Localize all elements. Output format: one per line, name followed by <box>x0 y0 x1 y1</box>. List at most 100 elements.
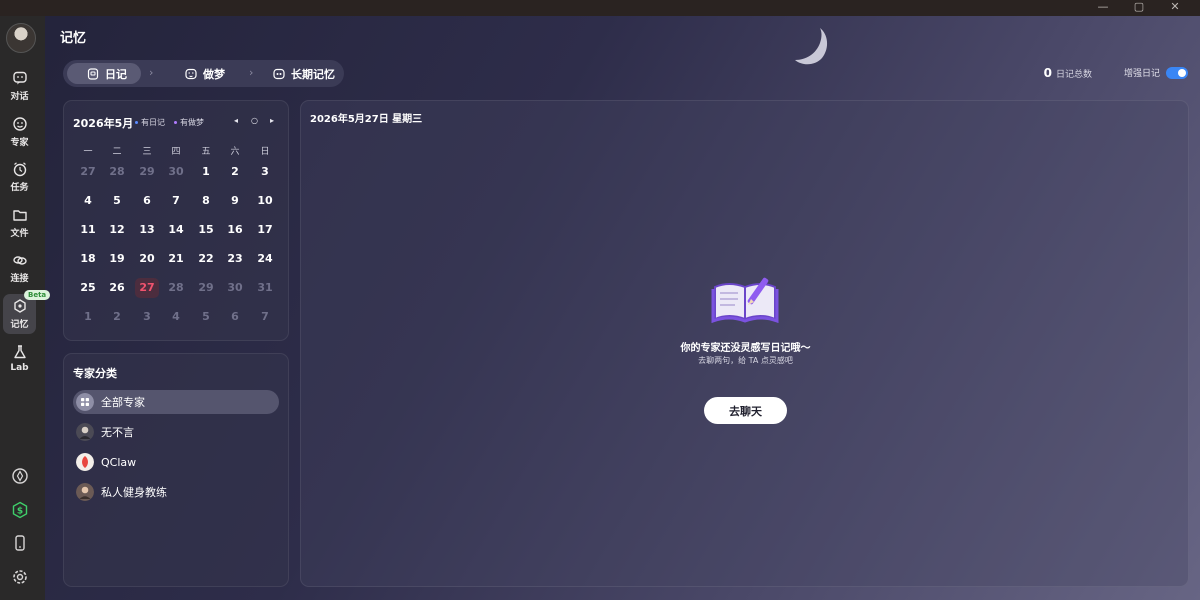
minimize-button[interactable]: — <box>1086 0 1120 16</box>
calendar-day[interactable]: 2 <box>105 307 129 327</box>
calendar-day[interactable]: 4 <box>76 191 100 211</box>
calendar-day[interactable]: 11 <box>76 220 100 240</box>
expert-name: 无不言 <box>101 426 134 439</box>
calendar-day[interactable]: 3 <box>135 307 159 327</box>
window-controls: — ▢ ✕ <box>1086 0 1192 16</box>
calendar-day[interactable]: 28 <box>105 162 129 182</box>
calendar-day[interactable]: 3 <box>253 162 277 182</box>
diary-icon <box>87 67 99 80</box>
tab-diary[interactable]: 日记 <box>67 63 141 84</box>
enhance-diary: 增强日记 <box>1124 66 1188 79</box>
calendar-day-today[interactable]: 27 <box>135 278 159 298</box>
dollar-coin-icon[interactable]: $ <box>11 501 29 519</box>
calendar-day[interactable]: 24 <box>253 249 277 269</box>
weekday-label: 六 <box>230 147 240 157</box>
svg-text:$: $ <box>17 507 23 517</box>
legend-label: 有做梦 <box>180 118 204 127</box>
weekday-label: 三 <box>142 147 152 157</box>
calendar-day[interactable]: 6 <box>223 307 247 327</box>
calendar-day[interactable]: 16 <box>223 220 247 240</box>
legend-dot <box>135 121 138 124</box>
compass-icon[interactable] <box>11 467 29 485</box>
enhance-diary-toggle[interactable] <box>1166 66 1188 79</box>
calendar-day[interactable]: 5 <box>105 191 129 211</box>
calendar-day[interactable]: 27 <box>76 162 100 182</box>
calendar-day[interactable]: 30 <box>223 278 247 298</box>
moon-icon <box>795 28 828 65</box>
calendar-day[interactable]: 7 <box>164 191 188 211</box>
calendar-day[interactable]: 30 <box>164 162 188 182</box>
avatar-trainer <box>76 483 94 501</box>
sidebar-item-label: 记忆 <box>10 320 29 330</box>
sidebar: 对话 专家 任务 文件 连接 记忆 Beta Lab $ <box>0 16 51 600</box>
sidebar-item-label: 连接 <box>10 274 29 284</box>
calendar-day[interactable]: 1 <box>76 307 100 327</box>
diary-content-panel: 2026年5月27日 星期三 你的专家还没灵感写日记哦～ 去聊两句，给 TA 点… <box>300 100 1189 587</box>
phone-icon[interactable] <box>11 534 29 552</box>
today-button[interactable]: ○ <box>251 116 258 125</box>
calendar-day[interactable]: 26 <box>105 278 129 298</box>
weekday-label: 一 <box>83 147 93 157</box>
go-chat-button[interactable]: 去聊天 <box>704 397 787 424</box>
calendar-day[interactable]: 4 <box>164 307 188 327</box>
sidebar-item-lab[interactable]: Lab <box>3 340 36 380</box>
calendar-day[interactable]: 14 <box>164 220 188 240</box>
legend-dream: 有做梦 <box>174 117 204 128</box>
calendar-day[interactable]: 13 <box>135 220 159 240</box>
calendar-day[interactable]: 5 <box>194 307 218 327</box>
sidebar-item-files[interactable]: 文件 <box>3 203 36 243</box>
weekday-label: 四 <box>171 147 181 157</box>
tab-label: 长期记忆 <box>291 67 335 81</box>
calendar-day[interactable]: 12 <box>105 220 129 240</box>
diary-count-label: 日记总数 <box>1055 70 1092 80</box>
calendar-day[interactable]: 1 <box>194 162 218 182</box>
weekday-label: 日 <box>260 147 270 157</box>
expert-item[interactable]: 私人健身教练 <box>73 480 279 504</box>
calendar-day[interactable]: 19 <box>105 249 129 269</box>
prev-month-button[interactable]: ◂ <box>234 116 238 125</box>
sidebar-item-expert[interactable]: 专家 <box>3 112 36 152</box>
calendar-day[interactable]: 28 <box>164 278 188 298</box>
calendar-day[interactable]: 22 <box>194 249 218 269</box>
sidebar-item-memory[interactable]: 记忆 Beta <box>3 290 51 334</box>
close-button[interactable]: ✕ <box>1158 0 1192 16</box>
sidebar-item-chat[interactable]: 对话 <box>3 66 36 106</box>
calendar-day[interactable]: 10 <box>253 191 277 211</box>
alarm-clock-icon <box>13 162 26 177</box>
user-avatar[interactable] <box>6 23 36 53</box>
calendar-day[interactable]: 31 <box>253 278 277 298</box>
tab-dream[interactable]: 做梦 <box>185 63 225 84</box>
calendar-day[interactable]: 25 <box>76 278 100 298</box>
calendar-day[interactable]: 6 <box>135 191 159 211</box>
sidebar-item-task[interactable]: 任务 <box>3 157 36 197</box>
calendar-day[interactable]: 18 <box>76 249 100 269</box>
calendar-day[interactable]: 17 <box>253 220 277 240</box>
tab-long-memory[interactable]: 长期记忆 <box>273 63 335 84</box>
calendar-day[interactable]: 29 <box>135 162 159 182</box>
diary-count: 0 日记总数 <box>1044 66 1092 80</box>
enhance-diary-label: 增强日记 <box>1123 69 1160 79</box>
page-title: 记忆 <box>60 31 87 46</box>
calendar-day[interactable]: 7 <box>253 307 277 327</box>
calendar-day[interactable]: 29 <box>194 278 218 298</box>
next-month-button[interactable]: ▸ <box>270 116 274 125</box>
calendar-day[interactable]: 15 <box>194 220 218 240</box>
expert-item-all[interactable]: 全部专家 <box>73 390 279 414</box>
sidebar-item-label: 文件 <box>10 229 29 239</box>
expert-item[interactable]: QClaw <box>73 450 279 474</box>
beta-badge: Beta <box>24 290 51 300</box>
avatar-wubuyan <box>76 423 94 441</box>
calendar-day[interactable]: 9 <box>223 191 247 211</box>
experts-panel: 专家分类 全部专家 无不言 QClaw 私人健身教练 <box>63 353 289 587</box>
expert-item[interactable]: 无不言 <box>73 420 279 444</box>
calendar-day[interactable]: 23 <box>223 249 247 269</box>
tab-label: 日记 <box>105 67 127 81</box>
sidebar-item-connect[interactable]: 连接 <box>3 248 36 288</box>
calendar-day[interactable]: 20 <box>135 249 159 269</box>
legend-diary: 有日记 <box>135 117 165 128</box>
gear-icon[interactable] <box>11 568 29 586</box>
maximize-button[interactable]: ▢ <box>1122 0 1156 16</box>
calendar-day[interactable]: 2 <box>223 162 247 182</box>
calendar-day[interactable]: 21 <box>164 249 188 269</box>
calendar-day[interactable]: 8 <box>194 191 218 211</box>
